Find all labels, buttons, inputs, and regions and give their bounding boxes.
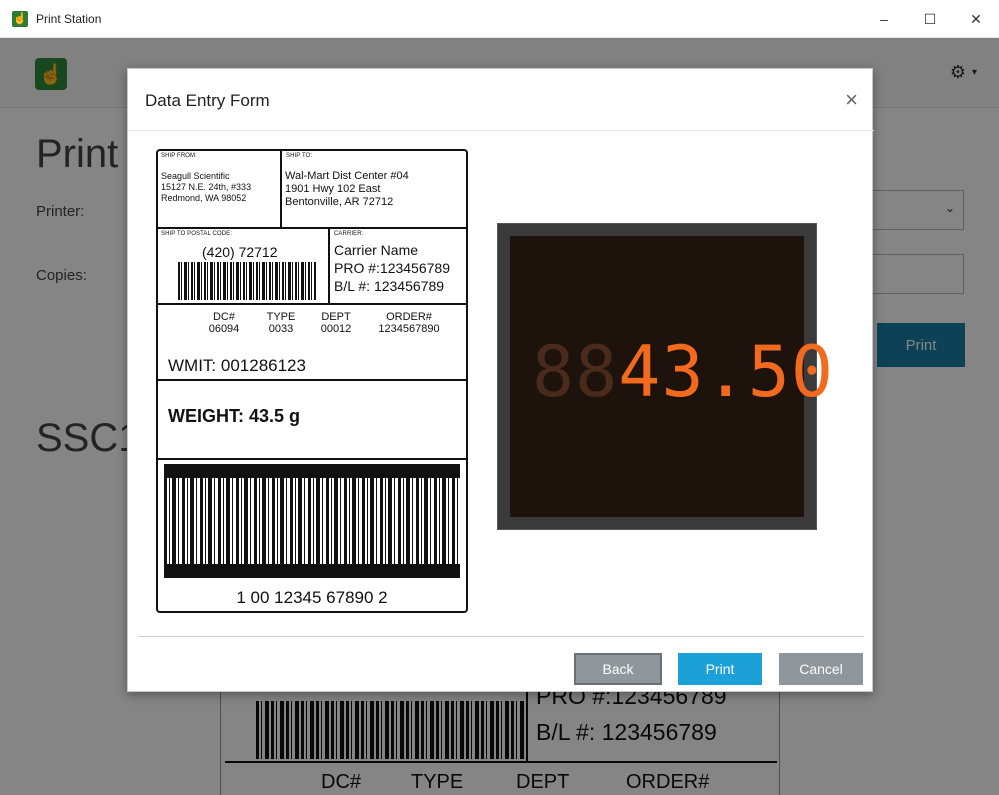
- carrier-line: Carrier Name: [334, 242, 419, 258]
- column-value: 0033: [268, 323, 294, 335]
- postal-barcode: [178, 262, 316, 300]
- label-divider: [328, 229, 330, 303]
- carrier-info: Carrier Name PRO #:123456789 B/L #: 1234…: [334, 241, 450, 295]
- back-button[interactable]: Back: [574, 653, 662, 685]
- ship-from-line: Seagull Scientific: [161, 171, 230, 181]
- label-weight-row: WEIGHT: 43.5 g: [158, 381, 466, 460]
- column-value: 00012: [320, 323, 352, 335]
- postal-code-value: (420) 72712: [202, 244, 278, 260]
- label-barcode-row: 1 00 12345 67890 2: [158, 460, 466, 611]
- ship-to-line: Bentonville, AR 72712: [285, 196, 394, 208]
- shipping-label: SHIP FROM: Seagull Scientific 15127 N.E.…: [156, 149, 468, 613]
- column-header: DEPT: [321, 311, 351, 323]
- scale-display-screen: 8843.50: [510, 236, 833, 517]
- column-header: ORDER#: [386, 311, 432, 323]
- sscc-barcode: [164, 478, 460, 564]
- ship-to-line: 1901 Hwy 102 East: [285, 183, 381, 195]
- column-header: DC#: [212, 311, 235, 323]
- scale-display: 8843.50: [497, 223, 833, 530]
- app-icon: ☝: [12, 10, 28, 27]
- label-divider: [280, 151, 282, 227]
- label-order-row: DC# TYPE DEPT ORDER# 06094 0033 00012 12…: [158, 305, 466, 381]
- dialog-print-button[interactable]: Print: [678, 653, 762, 685]
- window-titlebar: ☝ Print Station – ☐ ✕: [0, 0, 999, 38]
- window-title: Print Station: [36, 11, 102, 26]
- column-value: 06094: [208, 323, 240, 335]
- carrier-line: PRO #:123456789: [334, 260, 450, 276]
- barcode-bearer-bar: [164, 464, 460, 478]
- barcode-text: 1 00 12345 67890 2: [236, 588, 388, 607]
- weight-reading: 43.50: [618, 331, 835, 413]
- barcode-bearer-bar: [164, 564, 460, 578]
- column-header: TYPE: [266, 311, 296, 323]
- ship-from-header: SHIP FROM:: [161, 153, 197, 159]
- label-address-row: SHIP FROM: Seagull Scientific 15127 N.E.…: [158, 151, 466, 229]
- ship-to-header: SHIP TO:: [286, 153, 313, 159]
- dialog-title: Data Entry Form: [145, 91, 270, 110]
- ship-from-address: Seagull Scientific 15127 N.E. 24th, #333…: [161, 171, 251, 204]
- unlit-digits: 88: [532, 331, 619, 413]
- maximize-button[interactable]: ☐: [907, 0, 953, 38]
- close-icon[interactable]: ×: [845, 87, 858, 113]
- carrier-header: CARRIER:: [334, 231, 364, 237]
- dialog-footer-divider: [138, 636, 864, 637]
- window-controls: – ☐ ✕: [861, 0, 999, 38]
- close-window-button[interactable]: ✕: [953, 0, 999, 38]
- column-value: 1234567890: [378, 323, 440, 335]
- label-postal-carrier-row: SHIP TO POSTAL CODE: (420) 72712 CARRIER…: [158, 229, 466, 305]
- cancel-button[interactable]: Cancel: [779, 653, 863, 685]
- data-entry-dialog: Data Entry Form × SHIP FROM: Seagull Sci…: [127, 68, 874, 692]
- dialog-header: Data Entry Form ×: [128, 69, 874, 131]
- ship-to-line: Wal-Mart Dist Center #04: [285, 170, 409, 182]
- ship-from-line: Redmond, WA 98052: [161, 193, 247, 203]
- ship-to-address: Wal-Mart Dist Center #04 1901 Hwy 102 Ea…: [285, 170, 409, 209]
- weight-value: WEIGHT: 43.5 g: [168, 406, 301, 426]
- wmit-value: WMIT: 001286123: [168, 356, 306, 375]
- postal-code-header: SHIP TO POSTAL CODE:: [161, 231, 233, 237]
- ship-from-line: 15127 N.E. 24th, #333: [161, 182, 252, 192]
- carrier-line: B/L #: 123456789: [334, 278, 445, 294]
- scale-readout: 8843.50: [532, 336, 833, 408]
- minimize-button[interactable]: –: [861, 0, 907, 38]
